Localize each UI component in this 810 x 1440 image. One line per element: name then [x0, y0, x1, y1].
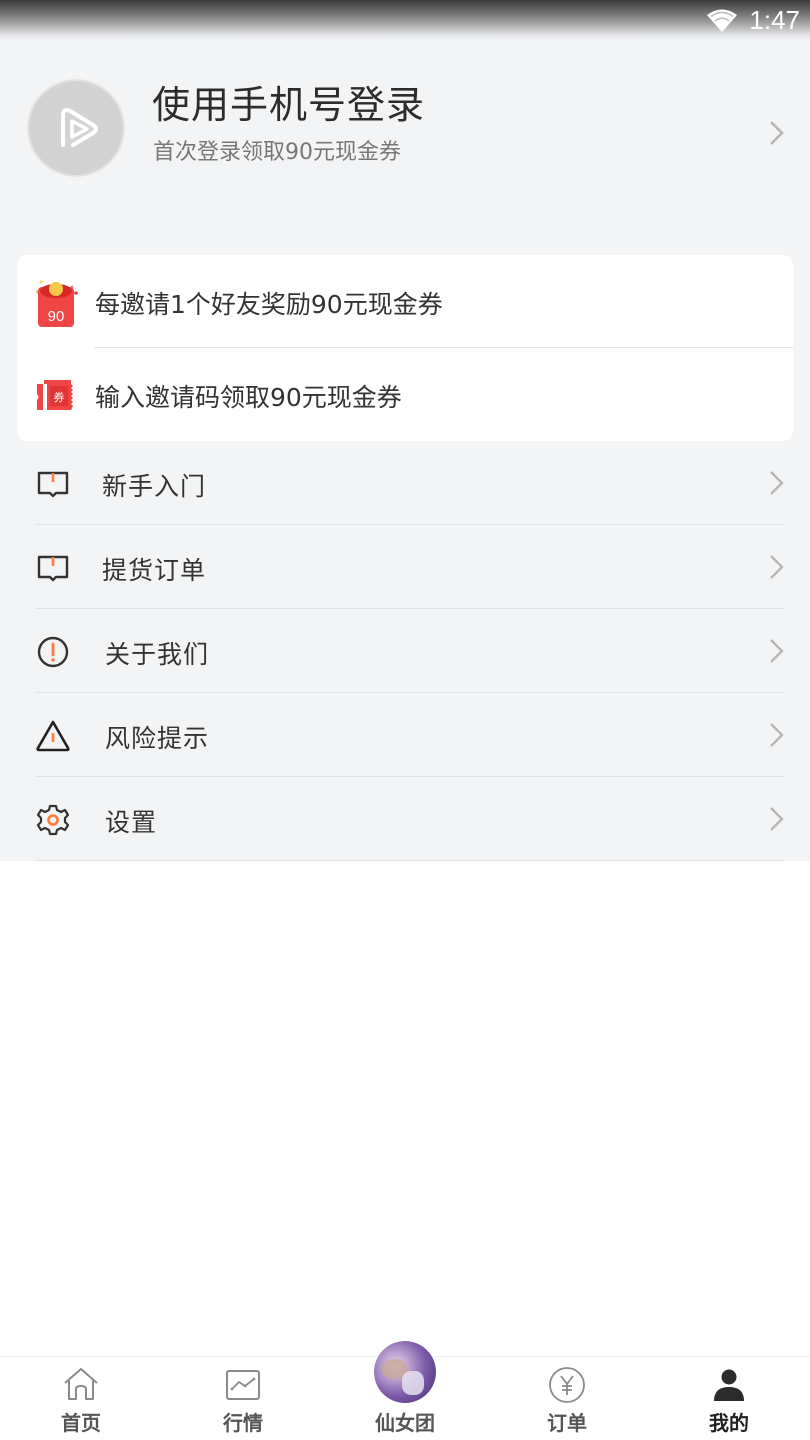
svg-text:券: 券: [54, 390, 65, 404]
enter-invite-code-label: 输入邀请码领取90元现金券: [95, 383, 402, 412]
warning-icon: [36, 720, 70, 752]
user-icon: [714, 1369, 744, 1401]
gear-icon: [36, 804, 70, 836]
tab-label: 订单: [547, 1411, 587, 1435]
wifi-icon: [707, 9, 737, 32]
invite-friend-row[interactable]: 90 每邀请1个好友奖励90元现金券: [17, 255, 793, 348]
tab-market[interactable]: 行情: [162, 1357, 324, 1440]
info-circle-icon: [37, 636, 69, 668]
tab-home[interactable]: 首页: [0, 1357, 162, 1440]
chevron-right-icon: [770, 639, 784, 663]
menu-item-risk-warning[interactable]: 风险提示: [0, 693, 810, 777]
menu-item-about-us[interactable]: 关于我们: [0, 609, 810, 693]
yen-circle-icon: [549, 1367, 585, 1403]
menu-item-beginners-guide[interactable]: 新手入门: [0, 441, 810, 525]
tab-label: 我的: [709, 1411, 749, 1435]
chevron-right-icon: [770, 121, 784, 145]
chevron-right-icon: [770, 807, 784, 831]
book-icon: [37, 471, 69, 498]
menu-label: 新手入门: [102, 472, 207, 501]
divider: [36, 860, 784, 861]
tab-orders[interactable]: 订单: [486, 1357, 648, 1440]
fairy-group-avatar[interactable]: [374, 1341, 436, 1403]
login-title[interactable]: 使用手机号登录: [152, 74, 425, 129]
login-subtitle: 首次登录领取90元现金券: [153, 140, 401, 165]
tab-mine[interactable]: 我的: [648, 1357, 810, 1440]
chevron-right-icon: [770, 471, 784, 495]
login-header[interactable]: 使用手机号登录 首次登录领取90元现金券: [0, 60, 810, 200]
red-packet-icon: 90: [36, 280, 78, 327]
menu-item-pickup-orders[interactable]: 提货订单: [0, 525, 810, 609]
status-bar: 1:47: [0, 0, 810, 42]
book-icon: [37, 555, 69, 582]
chevron-right-icon: [770, 723, 784, 747]
svg-text:90: 90: [48, 308, 65, 325]
menu-label: 关于我们: [105, 640, 210, 669]
tab-label: 首页: [61, 1411, 101, 1435]
invite-card: 90 每邀请1个好友奖励90元现金券 输入邀请码领取90元现金券 券: [17, 255, 793, 441]
logo-play-icon: [61, 108, 98, 147]
enter-invite-code-row[interactable]: 输入邀请码领取90元现金券: [17, 348, 793, 441]
invite-friend-label: 每邀请1个好友奖励90元现金券: [95, 290, 443, 319]
home-icon: [64, 1368, 98, 1400]
settings-menu: 新手入门 提货订单 关于我们 风险提示 设置: [0, 441, 810, 861]
menu-label: 风险提示: [105, 724, 210, 753]
menu-item-settings[interactable]: 设置: [0, 777, 810, 861]
avatar[interactable]: [27, 79, 125, 177]
status-time: 1:47: [749, 5, 800, 35]
chevron-right-icon: [770, 555, 784, 579]
tab-label: 行情: [223, 1411, 263, 1435]
menu-label: 设置: [105, 808, 158, 837]
coupon-icon: 券: [37, 380, 73, 410]
tab-label: 仙女团: [375, 1411, 435, 1435]
menu-label: 提货订单: [102, 556, 207, 585]
chart-icon: [226, 1370, 260, 1400]
